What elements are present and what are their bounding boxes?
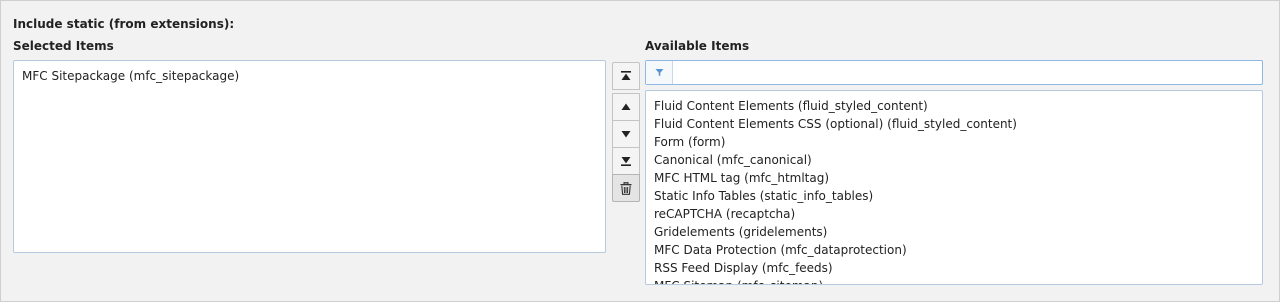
selected-items-list[interactable]: MFC Sitepackage (mfc_sitepackage) bbox=[13, 60, 606, 253]
available-item[interactable]: reCAPTCHA (recaptcha) bbox=[654, 205, 1262, 223]
move-to-bottom-button[interactable] bbox=[612, 147, 640, 175]
available-item[interactable]: MFC Data Protection (mfc_dataprotection) bbox=[654, 241, 1262, 259]
filter-icon bbox=[646, 61, 673, 84]
move-up-icon bbox=[621, 103, 631, 111]
available-item[interactable]: Canonical (mfc_canonical) bbox=[654, 151, 1262, 169]
filter-input[interactable] bbox=[673, 61, 1262, 84]
move-down-button[interactable] bbox=[612, 120, 640, 148]
move-to-bottom-icon bbox=[621, 156, 631, 166]
available-items-label: Available Items bbox=[645, 39, 750, 53]
selected-items-label: Selected Items bbox=[13, 39, 114, 53]
available-items-filter bbox=[645, 60, 1263, 85]
available-item[interactable]: Static Info Tables (static_info_tables) bbox=[654, 187, 1262, 205]
available-item[interactable]: Fluid Content Elements (fluid_styled_con… bbox=[654, 97, 1262, 115]
selected-item[interactable]: MFC Sitepackage (mfc_sitepackage) bbox=[22, 68, 597, 84]
available-item[interactable]: MFC HTML tag (mfc_htmltag) bbox=[654, 169, 1262, 187]
available-items-list[interactable]: Fluid Content Elements (fluid_styled_con… bbox=[645, 90, 1263, 285]
available-item[interactable]: MFC Sitemap (mfc_sitemap) bbox=[654, 277, 1262, 284]
available-item[interactable]: Gridelements (gridelements) bbox=[654, 223, 1262, 241]
available-item[interactable]: RSS Feed Display (mfc_feeds) bbox=[654, 259, 1262, 277]
move-down-icon bbox=[621, 130, 631, 138]
trash-icon bbox=[620, 181, 632, 195]
available-item[interactable]: Form (form) bbox=[654, 133, 1262, 151]
available-item[interactable]: Fluid Content Elements CSS (optional) (f… bbox=[654, 115, 1262, 133]
remove-item-button[interactable] bbox=[612, 174, 640, 202]
item-order-controls bbox=[612, 62, 640, 202]
move-to-top-icon bbox=[621, 71, 631, 81]
include-static-panel: Include static (from extensions): Select… bbox=[0, 0, 1280, 302]
move-up-button[interactable] bbox=[612, 93, 640, 121]
section-title: Include static (from extensions): bbox=[13, 17, 235, 31]
move-to-top-button[interactable] bbox=[612, 62, 640, 90]
